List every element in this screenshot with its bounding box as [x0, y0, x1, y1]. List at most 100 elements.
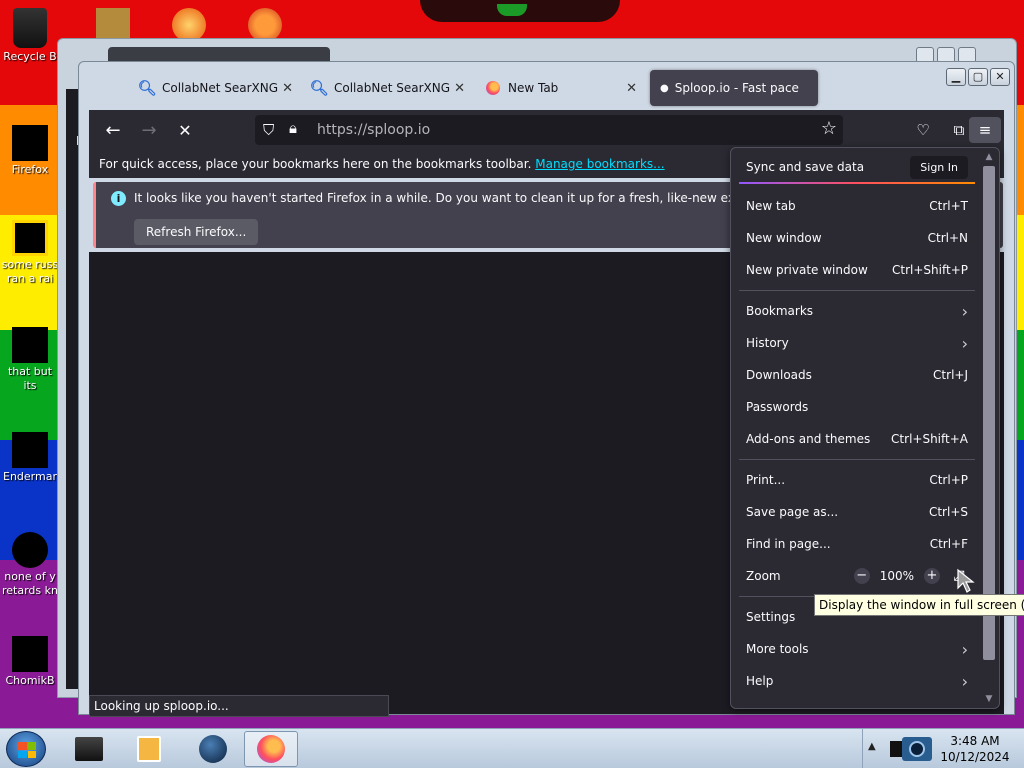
zoom-controls: − 100% + ⤢ [853, 567, 968, 585]
desktop-icon-firefox[interactable]: Firefox [0, 125, 60, 177]
desktop-icon-file[interactable]: ChomikB [0, 636, 60, 688]
back-button[interactable]: ← [95, 110, 131, 150]
url-text[interactable]: https://sploop.io [317, 122, 430, 138]
system-clock[interactable]: 3:48 AM 10/12/2024 [940, 733, 1010, 765]
maximize-button[interactable]: ▢ [968, 68, 988, 86]
taskbar-app-explorer[interactable] [62, 731, 116, 767]
desktop-app-icon[interactable] [172, 8, 206, 42]
lock-icon[interactable]: 🔒︎ [289, 119, 297, 137]
menu-item-passwords[interactable]: Passwords [739, 393, 975, 421]
menu-scrollbar[interactable]: ▲ ▼ [981, 150, 997, 706]
forward-arrow-icon: → [141, 119, 157, 141]
zoom-in-button[interactable]: + [924, 568, 940, 584]
menu-item-addons-themes[interactable]: Add-ons and themes Ctrl+Shift+A [739, 425, 975, 453]
menu-shortcut: Ctrl+J [933, 368, 968, 382]
menu-label: Passwords [746, 400, 809, 414]
globe-icon [199, 735, 227, 763]
wallpaper-shape [497, 4, 527, 16]
close-tab-icon[interactable]: ✕ [454, 81, 465, 96]
show-hidden-icons-icon[interactable]: ▲ [868, 741, 876, 752]
shield-icon[interactable]: ⛉ [263, 121, 274, 139]
sign-in-button[interactable]: Sign In [910, 155, 968, 179]
taskbar-app-media-player[interactable] [122, 731, 176, 767]
menu-item-print[interactable]: Print... Ctrl+P [739, 466, 975, 494]
menu-label: Find in page... [746, 537, 831, 551]
recycle-bin-icon [13, 8, 47, 48]
start-button[interactable] [6, 731, 46, 767]
search-icon: 🔍︎ [309, 79, 329, 97]
tab-title: New Tab [508, 81, 559, 95]
menu-item-find-in-page[interactable]: Find in page... Ctrl+F [739, 530, 975, 558]
close-window-button[interactable]: ✕ [990, 68, 1010, 86]
pocket-button[interactable]: ♡ [905, 110, 941, 150]
desktop-icon-label: Recycle B [3, 50, 57, 63]
menu-item-save-page[interactable]: Save page as... Ctrl+S [739, 498, 975, 526]
scroll-down-icon[interactable]: ▼ [981, 694, 997, 704]
taskbar-app-globe[interactable] [186, 731, 240, 767]
desktop-icon-file[interactable]: Endermar [0, 432, 60, 484]
close-tab-icon[interactable]: ✕ [626, 81, 637, 96]
minimize-button[interactable]: ▁ [946, 68, 966, 86]
tab-collabnet-1[interactable]: 🔍︎ CollabNet SearXNG ✕ [129, 70, 299, 106]
bookmarks-hint: For quick access, place your bookmarks h… [99, 157, 532, 171]
menu-label: Print... [746, 473, 786, 487]
forward-button[interactable]: → [131, 110, 167, 150]
tab-new-tab[interactable]: New Tab ✕ [475, 70, 643, 106]
menu-label: Bookmarks [746, 304, 814, 318]
app-menu-panel: Sync and save data Sign In New tab Ctrl+T… [730, 147, 1000, 709]
menu-item-zoom: Zoom − 100% + ⤢ [739, 562, 975, 590]
menu-item-more-tools[interactable]: More tools › [739, 635, 975, 663]
notification-message: It looks like you haven't started Firefo… [134, 191, 821, 205]
menu-item-new-window[interactable]: New window Ctrl+N [739, 224, 975, 252]
menu-item-help[interactable]: Help › [739, 667, 975, 695]
zoom-level[interactable]: 100% [880, 569, 914, 583]
desktop-app-icon[interactable] [248, 8, 282, 42]
firefox-icon [485, 80, 501, 96]
menu-shortcut: Ctrl+Shift+P [892, 263, 968, 277]
close-tab-icon[interactable]: ✕ [282, 81, 293, 96]
pocket-icon: ♡ [916, 121, 930, 139]
menu-shortcut: Ctrl+N [927, 231, 968, 245]
url-bar[interactable]: ⛉ 🔒︎ https://sploop.io ☆ [255, 115, 843, 145]
windows-logo-icon [18, 742, 36, 758]
tab-sploop[interactable]: ● Sploop.io - Fast pace [650, 70, 818, 106]
file-icon [12, 220, 48, 256]
menu-item-new-private-window[interactable]: New private window Ctrl+Shift+P [739, 256, 975, 284]
menu-item-history[interactable]: History › [739, 329, 975, 357]
window-controls: ▁ ▢ ✕ [946, 68, 1010, 86]
desktop-icon-file[interactable]: none of y retards kn [0, 532, 60, 598]
zoom-out-button[interactable]: − [853, 568, 870, 584]
tab-title: CollabNet SearXNG [334, 81, 451, 95]
desktop-icon-file[interactable]: some russ ran a rai [0, 220, 60, 286]
taskbar: ▲ 3:48 AM 10/12/2024 [0, 728, 1024, 768]
menu-label: Save page as... [746, 505, 839, 519]
clock-time: 3:48 AM [950, 734, 1000, 748]
app-menu-button[interactable]: ≡ [969, 117, 1001, 143]
network-tray-icon[interactable] [888, 735, 938, 763]
menu-label: Help [746, 674, 774, 688]
app-window-icon [75, 737, 103, 761]
manage-bookmarks-link[interactable]: Manage bookmarks... [535, 157, 664, 171]
desktop-icon-file[interactable]: that but its [0, 327, 60, 393]
file-icon [12, 532, 48, 568]
scrollbar-thumb[interactable] [983, 166, 995, 660]
tab-collabnet-2[interactable]: 🔍︎ CollabNet SearXNG ✕ [301, 70, 471, 106]
desktop-icon-label: none of y retards kn [2, 570, 58, 597]
menu-item-downloads[interactable]: Downloads Ctrl+J [739, 361, 975, 389]
loading-dot-icon: ● [660, 82, 669, 94]
stop-button[interactable]: ✕ [167, 110, 203, 150]
info-icon: i [111, 191, 126, 206]
refresh-firefox-button[interactable]: Refresh Firefox... [134, 219, 259, 245]
desktop-app-icon[interactable] [96, 8, 130, 42]
scroll-up-icon[interactable]: ▲ [981, 152, 997, 162]
bookmark-star-icon[interactable]: ☆ [821, 118, 837, 139]
desktop-icon-recycle-bin[interactable]: Recycle B [0, 8, 60, 64]
file-icon [12, 327, 48, 363]
menu-label: More tools [746, 642, 809, 656]
menu-label: Add-ons and themes [746, 432, 871, 446]
taskbar-app-firefox[interactable] [244, 731, 298, 767]
menu-item-new-tab[interactable]: New tab Ctrl+T [739, 192, 975, 220]
tab-title: Sploop.io - Fast pace [674, 81, 799, 95]
firefox-icon [257, 735, 285, 763]
menu-item-bookmarks[interactable]: Bookmarks › [739, 297, 975, 325]
